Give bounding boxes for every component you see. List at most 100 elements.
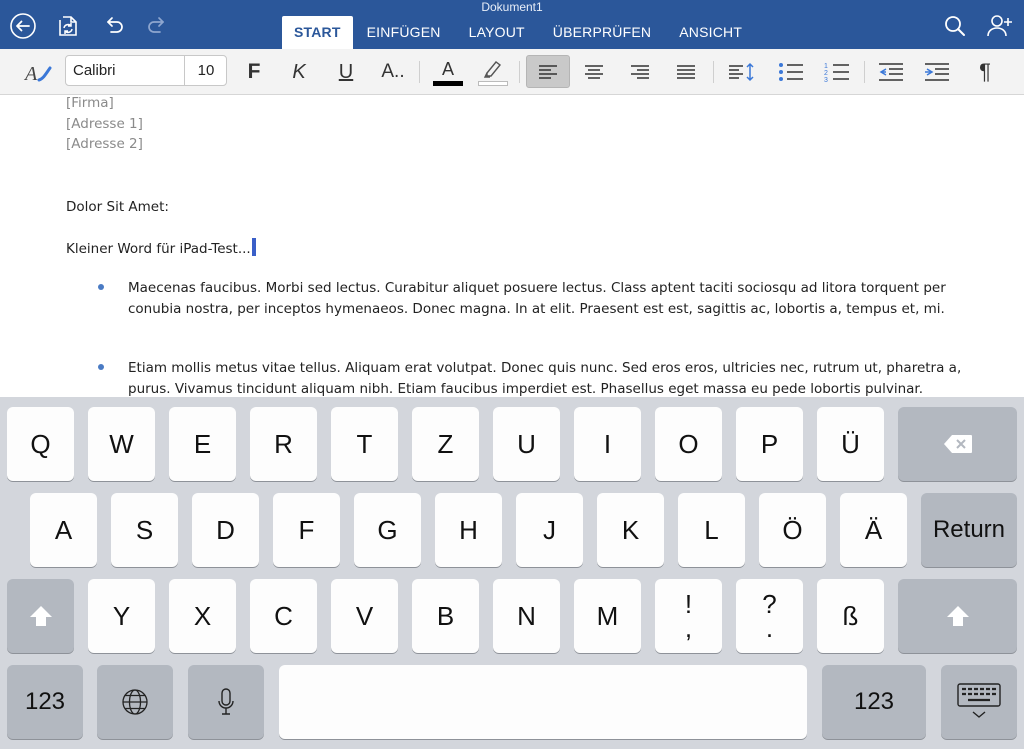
bullet-paragraph-1[interactable]: Maecenas faucibus. Morbi sed lectus. Cur… xyxy=(128,278,968,320)
more-font-options-button[interactable]: A.. xyxy=(376,56,410,88)
globe-key[interactable] xyxy=(97,665,173,739)
document-canvas[interactable]: [Firma] [Adresse 1] [Adresse 2] Dolor Si… xyxy=(0,95,1024,397)
key-g[interactable]: G xyxy=(354,493,421,567)
tab-start[interactable]: START xyxy=(282,16,353,49)
svg-text:3: 3 xyxy=(824,77,828,83)
key-s[interactable]: S xyxy=(111,493,178,567)
dismiss-keyboard-key[interactable] xyxy=(941,665,1017,739)
address-line-2[interactable]: [Adresse 2] xyxy=(66,134,143,154)
sync-icon[interactable] xyxy=(54,12,82,40)
font-color-button[interactable]: A xyxy=(431,56,465,88)
onscreen-keyboard: Q W E R T Z U I O P Ü A S D F G H J K L … xyxy=(0,397,1024,749)
increase-indent-button[interactable] xyxy=(920,56,954,88)
key-c[interactable]: C xyxy=(250,579,317,653)
tab-ansicht[interactable]: ANSICHT xyxy=(665,16,756,49)
key-l[interactable]: L xyxy=(678,493,745,567)
title-bar: Dokument1 START EINFÜGEN LAYOUT ÜBERPRÜF… xyxy=(0,0,1024,49)
key-exclamation-comma[interactable]: !, xyxy=(655,579,722,653)
key-q[interactable]: Q xyxy=(7,407,74,481)
justify-icon xyxy=(677,65,695,79)
key-eszett[interactable]: ß xyxy=(817,579,884,653)
bullet-paragraph-2[interactable]: Etiam mollis metus vitae tellus. Aliquam… xyxy=(128,358,968,397)
key-p[interactable]: P xyxy=(736,407,803,481)
font-picker[interactable]: Calibri 10 xyxy=(65,55,227,86)
key-y[interactable]: Y xyxy=(88,579,155,653)
key-m[interactable]: M xyxy=(574,579,641,653)
redo-icon[interactable] xyxy=(144,12,172,40)
key-b[interactable]: B xyxy=(412,579,479,653)
key-u[interactable]: U xyxy=(493,407,560,481)
ribbon-divider xyxy=(864,61,865,83)
key-t[interactable]: T xyxy=(331,407,398,481)
microphone-icon xyxy=(218,688,234,715)
return-key[interactable]: Return xyxy=(921,493,1017,567)
key-oe[interactable]: Ö xyxy=(759,493,826,567)
align-left-button[interactable] xyxy=(526,55,570,88)
undo-icon[interactable] xyxy=(99,12,127,40)
highlight-button[interactable] xyxy=(476,56,510,88)
key-h[interactable]: H xyxy=(435,493,502,567)
address-line-company[interactable]: [Firma] xyxy=(66,95,114,113)
key-w[interactable]: W xyxy=(88,407,155,481)
align-center-button[interactable] xyxy=(578,56,610,88)
numbered-list-button[interactable]: 123 xyxy=(820,56,854,88)
bullet-marker xyxy=(98,284,104,290)
key-d[interactable]: D xyxy=(192,493,259,567)
font-name-field[interactable]: Calibri xyxy=(73,56,116,86)
key-f[interactable]: F xyxy=(273,493,340,567)
decrease-indent-icon xyxy=(879,63,903,81)
backspace-icon xyxy=(943,435,972,453)
key-k[interactable]: K xyxy=(597,493,664,567)
back-icon[interactable] xyxy=(9,12,37,40)
shift-key-left[interactable] xyxy=(7,579,74,653)
align-left-icon xyxy=(539,64,557,79)
line-spacing-icon xyxy=(729,62,754,82)
ribbon-toolbar: A Calibri 10 F K U A.. A 123 ¶ xyxy=(0,49,1024,95)
address-line-1[interactable]: [Adresse 1] xyxy=(66,114,143,134)
key-v[interactable]: V xyxy=(331,579,398,653)
key-z[interactable]: Z xyxy=(412,407,479,481)
search-icon[interactable] xyxy=(941,12,969,40)
key-ae[interactable]: Ä xyxy=(840,493,907,567)
key-o[interactable]: O xyxy=(655,407,722,481)
numbers-key-right[interactable]: 123 xyxy=(822,665,926,739)
add-person-icon[interactable] xyxy=(986,12,1014,40)
bullet-list-button[interactable] xyxy=(774,56,808,88)
numbered-list-icon: 123 xyxy=(824,63,849,83)
tab-einfuegen[interactable]: EINFÜGEN xyxy=(353,16,455,49)
key-x[interactable]: X xyxy=(169,579,236,653)
svg-text:2: 2 xyxy=(824,70,828,77)
shift-icon xyxy=(29,606,52,626)
line-spacing-button[interactable] xyxy=(724,56,758,88)
italic-button[interactable]: K xyxy=(285,56,313,88)
key-ue[interactable]: Ü xyxy=(817,407,884,481)
current-paragraph[interactable]: Kleiner Word für iPad-Test... xyxy=(66,238,256,259)
key-a[interactable]: A xyxy=(30,493,97,567)
salutation-paragraph[interactable]: Dolor Sit Amet: xyxy=(66,197,169,217)
space-bar[interactable] xyxy=(279,665,807,739)
backspace-key[interactable] xyxy=(898,407,1017,481)
justify-button[interactable] xyxy=(670,56,702,88)
key-j[interactable]: J xyxy=(516,493,583,567)
align-right-button[interactable] xyxy=(624,56,656,88)
tab-ueberpruefen[interactable]: ÜBERPRÜFEN xyxy=(539,16,665,49)
key-n[interactable]: N xyxy=(493,579,560,653)
underline-button[interactable]: U xyxy=(332,56,360,88)
numbers-key-left[interactable]: 123 xyxy=(7,665,83,739)
shift-key-right[interactable] xyxy=(898,579,1017,653)
font-color-swatch xyxy=(433,80,463,86)
key-i[interactable]: I xyxy=(574,407,641,481)
globe-icon xyxy=(122,689,148,715)
decrease-indent-button[interactable] xyxy=(874,56,908,88)
show-paragraph-marks-button[interactable]: ¶ xyxy=(970,56,1000,88)
key-r[interactable]: R xyxy=(250,407,317,481)
current-paragraph-text: Kleiner Word für iPad-Test... xyxy=(66,241,251,257)
key-question-period[interactable]: ?. xyxy=(736,579,803,653)
bold-button[interactable]: F xyxy=(240,56,268,88)
dictation-key[interactable] xyxy=(188,665,264,739)
tab-layout[interactable]: LAYOUT xyxy=(455,16,539,49)
key-e[interactable]: E xyxy=(169,407,236,481)
font-size-field[interactable]: 10 xyxy=(184,56,227,85)
key-period-label: . xyxy=(765,613,774,643)
format-painter-icon[interactable]: A xyxy=(22,56,54,88)
